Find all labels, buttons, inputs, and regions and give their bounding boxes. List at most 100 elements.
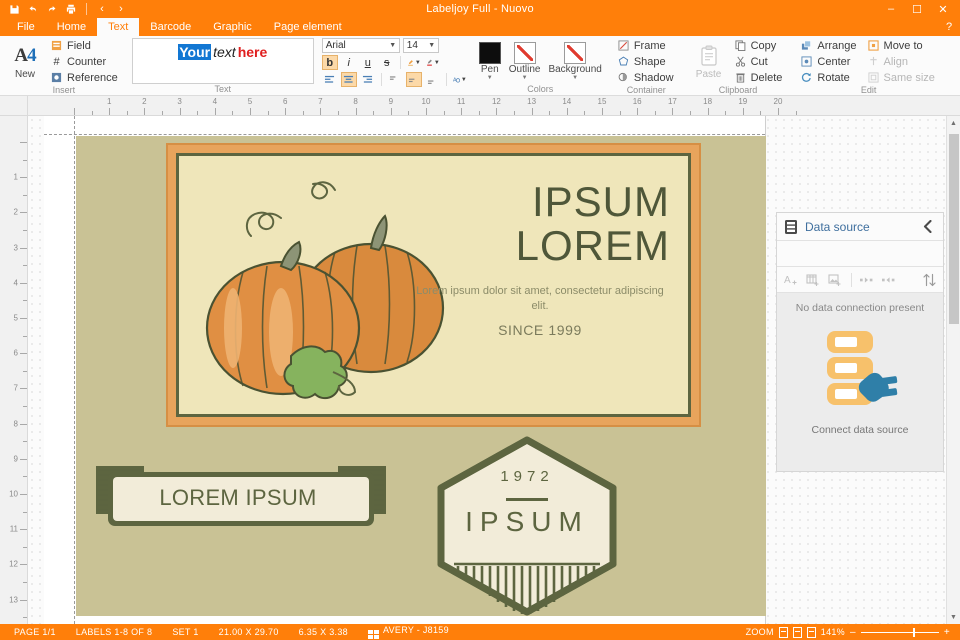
ribbon-group-insert: A4 New Field # Counter Reference Insert xyxy=(0,36,128,96)
insert-counter-button[interactable]: # Counter xyxy=(48,54,122,69)
print-icon[interactable] xyxy=(65,3,77,15)
design-canvas[interactable]: IPSUM LOREM Lorem ipsum dolor sit amet, … xyxy=(28,116,960,624)
align-center-button[interactable] xyxy=(340,72,357,87)
fit-page-icon[interactable] xyxy=(778,626,788,638)
help-icon[interactable]: ? xyxy=(938,18,960,36)
horizontal-ruler[interactable]: 1 2 3 4 5 6 7 8 9 10 11 12 13 14 15 16 17 18 19 20 xyxy=(28,96,960,116)
add-table-field-icon xyxy=(805,272,821,288)
status-template[interactable]: AVERY - J8159 xyxy=(358,625,459,639)
copy-button[interactable]: Copy xyxy=(732,38,787,53)
ruler-tick xyxy=(250,108,251,115)
ruler-label: 13 xyxy=(9,595,18,605)
collapse-panel-button[interactable] xyxy=(917,214,939,240)
tab-page-element[interactable]: Page element xyxy=(263,18,353,36)
font-size-select[interactable]: 14 ▼ xyxy=(402,38,439,53)
text-content-input[interactable]: Your text here xyxy=(131,38,314,84)
label-since[interactable]: SINCE 1999 xyxy=(410,322,670,338)
connect-data-source-link[interactable]: Connect data source xyxy=(777,424,943,436)
zoom-out-button[interactable]: – xyxy=(850,627,856,638)
ruler-tick xyxy=(20,423,27,425)
shadow-button[interactable]: Shadow xyxy=(615,70,678,85)
badge-element[interactable]: 1972 IPSUM xyxy=(434,436,620,616)
valign-top-button[interactable] xyxy=(387,72,403,87)
pen-color-button[interactable]: Pen ▼ xyxy=(476,41,504,82)
move-to-button[interactable]: Move to xyxy=(865,38,939,53)
ruler-minor-tick xyxy=(126,111,128,115)
delete-button[interactable]: Delete xyxy=(732,70,787,85)
minimize-button[interactable]: – xyxy=(878,0,904,18)
zoom-slider-thumb[interactable] xyxy=(912,627,915,637)
scrollbar-thumb[interactable] xyxy=(949,134,959,324)
strikethrough-button[interactable]: s xyxy=(379,55,395,70)
bold-button[interactable]: b xyxy=(321,55,338,70)
insert-reference-button[interactable]: Reference xyxy=(48,70,122,85)
frame-button[interactable]: Frame xyxy=(615,38,678,53)
background-color-button[interactable]: Background ▼ xyxy=(545,41,604,82)
arrange-icon xyxy=(800,39,813,52)
save-icon[interactable] xyxy=(8,3,20,15)
frame-label: Frame xyxy=(633,39,666,52)
ruler-label: 4 xyxy=(13,278,18,288)
font-color-button[interactable]: ▼ xyxy=(425,55,441,70)
back-icon[interactable]: ‹ xyxy=(96,3,108,15)
align-left-button[interactable] xyxy=(322,72,338,87)
center-button[interactable]: Center xyxy=(798,54,860,69)
zoom-in-button[interactable]: + xyxy=(944,627,950,638)
align-right-button[interactable] xyxy=(360,72,376,87)
tab-barcode[interactable]: Barcode xyxy=(139,18,202,36)
badge-name[interactable]: IPSUM xyxy=(434,506,620,538)
font-family-select[interactable]: Arial ▼ xyxy=(321,38,400,53)
pumpkin-label-frame[interactable]: IPSUM LOREM Lorem ipsum dolor sit amet, … xyxy=(166,143,701,427)
same-size-label: Same size xyxy=(883,71,935,84)
tab-text[interactable]: Text xyxy=(97,18,140,36)
shape-button[interactable]: Shape xyxy=(615,54,678,69)
canvas-vertical-scrollbar[interactable]: ▲ ▼ xyxy=(946,116,960,624)
arrange-button[interactable]: Arrange xyxy=(798,38,860,53)
banner-text[interactable]: LOREM IPSUM xyxy=(118,476,358,520)
ribbon-group-format: Arial ▼ 14 ▼ b i u s ▼ ▼ A ▼ xyxy=(318,36,472,95)
vertical-ruler[interactable]: 1234567891011121314 xyxy=(0,116,28,624)
ribbon-group-advanced: Lock Advanced Advanced xyxy=(945,36,960,95)
scroll-up-arrow[interactable]: ▲ xyxy=(947,116,960,130)
label-canvas[interactable]: IPSUM LOREM Lorem ipsum dolor sit amet, … xyxy=(76,136,766,616)
undo-icon[interactable] xyxy=(27,3,39,15)
text-effects-button[interactable]: A ▼ xyxy=(452,72,468,87)
tab-home[interactable]: Home xyxy=(46,18,97,36)
colors-group-label: Colors xyxy=(527,84,554,94)
label-subtitle[interactable]: Lorem ipsum dolor sit amet, consectetur … xyxy=(410,284,670,314)
ruler-label: 12 xyxy=(9,559,18,569)
shape-label: Shape xyxy=(633,55,666,68)
underline-button[interactable]: u xyxy=(360,55,376,70)
shadow-label: Shadow xyxy=(633,71,674,84)
rotate-button[interactable]: Rotate xyxy=(798,70,860,85)
forward-icon[interactable]: › xyxy=(115,3,127,15)
fit-width-icon[interactable] xyxy=(792,626,802,638)
insert-field-button[interactable]: Field xyxy=(48,38,122,53)
scroll-down-arrow[interactable]: ▼ xyxy=(947,610,960,624)
status-label-size: 6.35 X 3.38 xyxy=(298,627,348,637)
ruler-label: 11 xyxy=(9,524,18,534)
label-title[interactable]: IPSUM LOREM xyxy=(410,180,670,268)
badge-year[interactable]: 1972 xyxy=(434,468,620,485)
cut-button[interactable]: Cut xyxy=(732,54,787,69)
banner-element[interactable]: LOREM IPSUM xyxy=(86,446,396,536)
tab-file[interactable]: File xyxy=(6,18,46,36)
valign-bottom-button[interactable] xyxy=(425,72,441,87)
maximize-button[interactable]: ☐ xyxy=(904,0,930,18)
ruler-label: 3 xyxy=(177,97,182,106)
zoom-slider[interactable] xyxy=(860,627,939,637)
insert-reference-label: Reference xyxy=(67,71,118,84)
fit-label-icon[interactable] xyxy=(806,626,816,638)
ruler-tick xyxy=(109,108,111,115)
valign-middle-button[interactable] xyxy=(405,72,422,87)
tab-graphic[interactable]: Graphic xyxy=(202,18,263,36)
redo-icon[interactable] xyxy=(46,3,58,15)
ruler-label: 5 xyxy=(247,97,253,106)
page-sheet[interactable]: IPSUM LOREM Lorem ipsum dolor sit amet, … xyxy=(44,116,766,624)
lock-button[interactable]: Lock xyxy=(949,41,960,81)
new-button[interactable]: A4 New xyxy=(4,42,46,82)
close-button[interactable]: ✕ xyxy=(930,0,956,18)
highlight-color-button[interactable]: ▼ xyxy=(406,55,422,70)
italic-button[interactable]: i xyxy=(341,55,357,70)
outline-color-button[interactable]: Outline ▼ xyxy=(506,41,544,82)
